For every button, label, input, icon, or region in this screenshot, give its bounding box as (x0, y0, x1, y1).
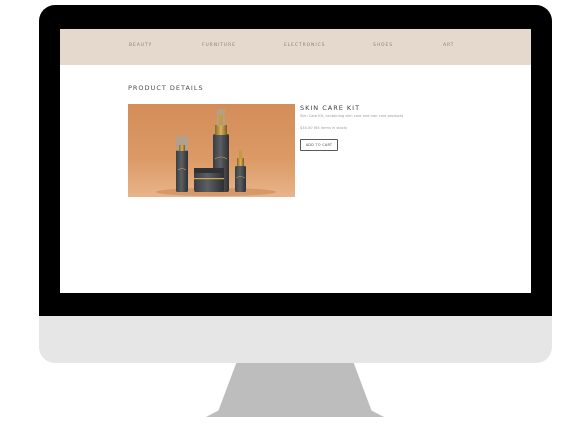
nav-item-art[interactable]: ART (443, 43, 454, 48)
monitor-chin (39, 316, 552, 363)
product-image (128, 104, 295, 197)
nav-item-shoes[interactable]: SHOES (373, 43, 393, 48)
nav-item-furniture[interactable]: FURNITURE (202, 43, 236, 48)
monitor-screen: BEAUTY FURNITURE ELECTRONICS SHOES ART P… (60, 29, 531, 293)
top-navbar: BEAUTY FURNITURE ELECTRONICS SHOES ART (60, 29, 531, 65)
monitor-stand (206, 363, 384, 417)
page-title: PRODUCT DETAILS (128, 84, 204, 92)
nav-item-beauty[interactable]: BEAUTY (129, 43, 152, 48)
product-name: SKIN CARE KIT (300, 104, 361, 112)
product-description: Skin Care Kit, containing skin care and … (300, 114, 404, 118)
product-price-stock: $30.00 (65 items in stock) (300, 126, 348, 130)
skin-care-kit-photo (128, 104, 295, 197)
add-to-cart-button[interactable]: ADD TO CART (300, 139, 338, 151)
nav-item-electronics[interactable]: ELECTRONICS (284, 43, 325, 48)
desktop-monitor-mockup: BEAUTY FURNITURE ELECTRONICS SHOES ART P… (0, 0, 587, 425)
